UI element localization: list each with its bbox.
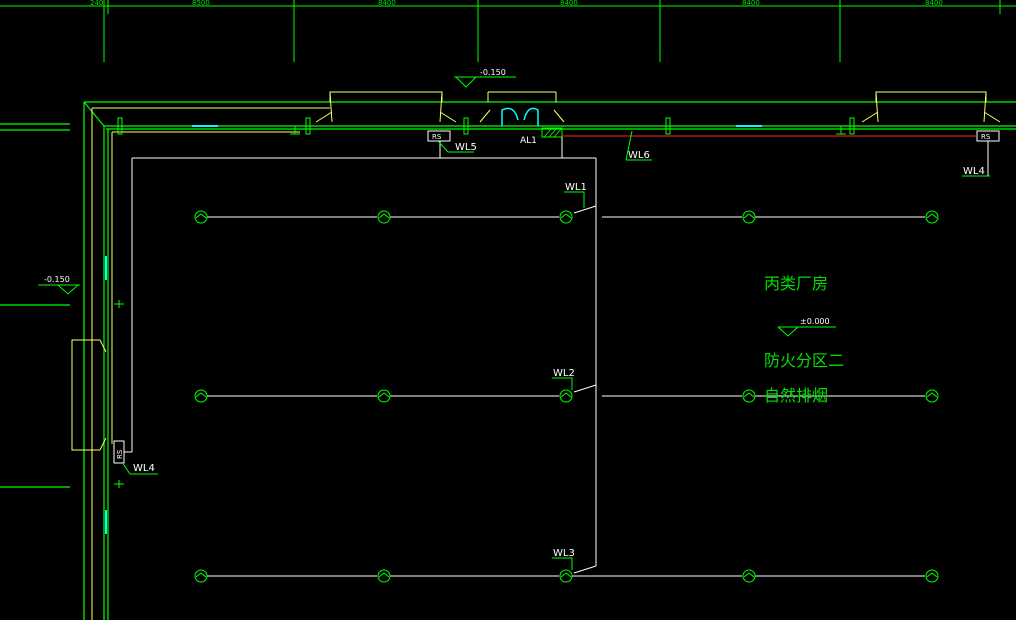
level-marker-top	[454, 76, 516, 88]
light-fixture	[559, 210, 573, 224]
circuit-label-wl5: WL5	[455, 142, 477, 153]
circuit-leaders	[121, 130, 990, 570]
dimension-label-6: 8400	[925, 0, 943, 7]
light-fixture	[925, 569, 939, 583]
wiring-runs	[124, 137, 989, 577]
smoke-exhaust-label: 自然排烟	[764, 386, 828, 405]
inner-wall-outline	[91, 107, 330, 620]
light-fixture	[925, 389, 939, 403]
light-fixture	[742, 569, 756, 583]
panel-label-al1: AL1	[520, 136, 537, 146]
light-fixture	[194, 389, 208, 403]
light-fixture	[377, 569, 391, 583]
dimension-grid	[0, 0, 1016, 62]
wall-fittings	[114, 117, 855, 488]
light-fixture	[377, 210, 391, 224]
circuit-label-wl6: WL6	[628, 150, 650, 161]
dimension-label-1: 240	[90, 0, 103, 7]
dimension-label-2: 8500	[192, 0, 210, 7]
rs-label-right: RS	[981, 133, 991, 141]
level-label-left: -0.150	[44, 275, 70, 284]
dimension-label-5: 8400	[742, 0, 760, 7]
light-fixture	[194, 210, 208, 224]
light-fixture	[377, 389, 391, 403]
rs-label-left: RS	[116, 449, 124, 459]
circuit-label-wl3: WL3	[553, 548, 575, 559]
circuit-label-wl2: WL2	[553, 368, 575, 379]
level-marker-floor	[777, 326, 836, 337]
dimension-label-3: 8400	[378, 0, 396, 7]
exterior-wall	[0, 101, 1016, 620]
light-fixture	[559, 569, 573, 583]
light-fixture	[925, 210, 939, 224]
rs-label-top: RS	[432, 133, 442, 141]
dimension-label-4: 8400	[560, 0, 578, 7]
room-name: 丙类厂房	[764, 274, 828, 293]
circuit-label-wl4-left: WL4	[133, 463, 155, 474]
circuit-label-wl4-right: WL4	[963, 166, 985, 177]
light-fixture	[194, 569, 208, 583]
level-label-floor: ±0.000	[800, 317, 830, 326]
fire-zone-label: 防火分区二	[764, 351, 844, 370]
light-fixture	[742, 210, 756, 224]
light-fixture	[559, 389, 573, 403]
cad-drawing-canvas: 240 8500 8400 8400 8400 8400 AL1 RS RS R…	[0, 0, 1016, 620]
level-marker-left	[38, 284, 80, 295]
light-fixture	[742, 389, 756, 403]
wall-windows	[105, 107, 762, 534]
level-label-top: -0.150	[480, 68, 506, 77]
circuit-label-wl1: WL1	[565, 182, 587, 193]
